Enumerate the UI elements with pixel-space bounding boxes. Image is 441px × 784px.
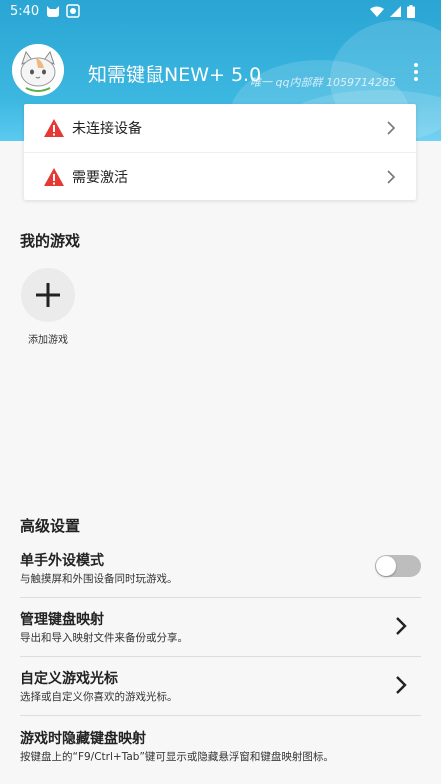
cat-notification-icon bbox=[47, 6, 59, 17]
device-connection-label: 未连接设备 bbox=[72, 121, 142, 137]
toggle-knob bbox=[376, 556, 396, 576]
dot bbox=[414, 70, 418, 74]
setting-title: 自定义游戏光标 bbox=[20, 671, 118, 687]
chevron-right-icon bbox=[387, 121, 396, 135]
chevron-right-icon bbox=[387, 170, 396, 184]
device-status-card: 未连接设备 需要激活 bbox=[24, 104, 416, 200]
setting-description: 按键盘上的“F9/Ctrl+Tab”键可显示或隐藏悬浮窗和键盘映射图标。 bbox=[20, 751, 334, 763]
my-games-title: 我的游戏 bbox=[20, 232, 81, 250]
plus-icon bbox=[36, 283, 60, 307]
activation-label: 需要激活 bbox=[72, 170, 128, 186]
hide-keymap-row[interactable]: 游戏时隐藏键盘映射 按键盘上的“F9/Ctrl+Tab”键可显示或隐藏悬浮窗和键… bbox=[20, 717, 421, 775]
setting-description: 导出和导入映射文件来备份或分享。 bbox=[20, 632, 188, 644]
one-hand-mode-toggle[interactable] bbox=[375, 555, 421, 577]
chevron-right-icon bbox=[396, 676, 407, 694]
manage-keymap-row[interactable]: 管理键盘映射 导出和导入映射文件来备份或分享。 bbox=[20, 598, 421, 656]
signal-icon bbox=[390, 6, 401, 17]
warning-icon bbox=[44, 168, 64, 186]
warning-icon bbox=[44, 119, 64, 137]
more-options-button[interactable] bbox=[404, 60, 428, 84]
dot bbox=[414, 77, 418, 81]
one-hand-mode-row[interactable]: 单手外设模式 与触摸屏和外围设备同时玩游戏。 bbox=[20, 539, 421, 597]
setting-title: 管理键盘映射 bbox=[20, 612, 104, 628]
setting-title: 单手外设模式 bbox=[20, 553, 104, 569]
divider bbox=[20, 715, 421, 716]
advanced-settings-title: 高级设置 bbox=[20, 517, 81, 535]
wifi-icon bbox=[370, 6, 384, 17]
app-notification-icon bbox=[66, 4, 80, 18]
status-time: 5:40 bbox=[10, 4, 40, 19]
device-connection-row[interactable]: 未连接设备 bbox=[24, 104, 416, 152]
watermark-text: 唯一 qq内部群 1059714285 bbox=[250, 76, 396, 89]
setting-description: 与触摸屏和外围设备同时玩游戏。 bbox=[20, 573, 178, 585]
battery-icon bbox=[407, 5, 415, 18]
cat-avatar-icon bbox=[12, 44, 64, 96]
avatar[interactable] bbox=[12, 44, 64, 96]
setting-title: 游戏时隐藏键盘映射 bbox=[20, 731, 146, 747]
add-game-button[interactable] bbox=[21, 268, 75, 322]
setting-description: 选择或自定义你喜欢的游戏光标。 bbox=[20, 691, 178, 703]
app-title: 知需键鼠NEW+ 5.0 bbox=[88, 64, 262, 86]
add-game-label: 添加游戏 bbox=[28, 335, 68, 346]
custom-cursor-row[interactable]: 自定义游戏光标 选择或自定义你喜欢的游戏光标。 bbox=[20, 657, 421, 715]
status-bar: 5:40 bbox=[0, 0, 441, 24]
chevron-right-icon bbox=[396, 617, 407, 635]
activation-row[interactable]: 需要激活 bbox=[24, 152, 416, 201]
dot bbox=[414, 63, 418, 67]
